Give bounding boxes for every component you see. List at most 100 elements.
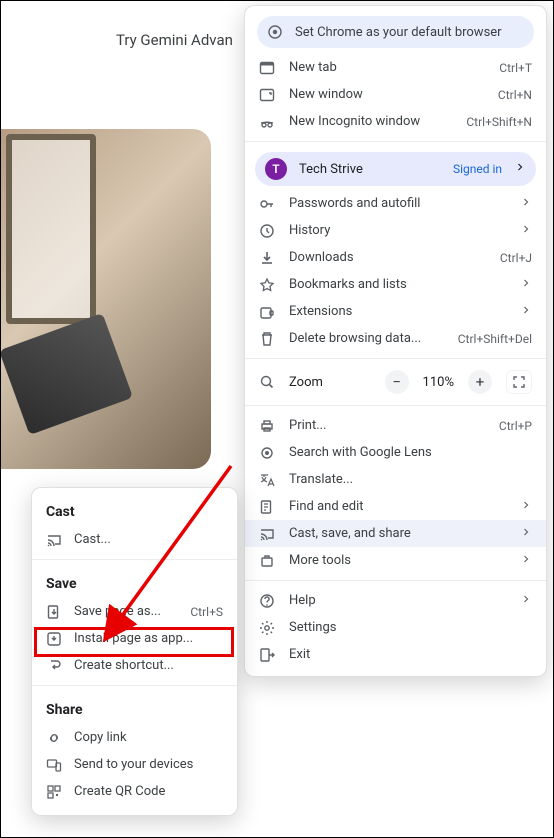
submenu-label: Copy link	[74, 730, 223, 745]
menu-divider	[245, 358, 546, 359]
menu-passwords[interactable]: Passwords and autofill	[245, 190, 546, 217]
cast-icon	[259, 526, 275, 542]
menu-divider	[245, 141, 546, 142]
install-icon	[46, 631, 62, 647]
trash-icon	[259, 331, 275, 347]
promo-text: Try Gemini Advan	[116, 31, 233, 49]
gear-icon	[259, 620, 275, 636]
menu-extensions[interactable]: Extensions	[245, 298, 546, 325]
submenu-divider	[32, 559, 237, 560]
submenu-save-page[interactable]: Save page as... Ctrl+S	[32, 598, 237, 625]
menu-label: More tools	[289, 553, 506, 568]
star-icon	[259, 277, 275, 293]
menu-label: Downloads	[289, 250, 486, 265]
zoom-label: Zoom	[289, 375, 323, 390]
fullscreen-icon	[511, 374, 527, 390]
menu-cast-save-share[interactable]: Cast, save, and share	[245, 520, 546, 547]
history-icon	[259, 223, 275, 239]
submenu-label: Cast...	[74, 532, 223, 547]
menu-settings[interactable]: Settings	[245, 614, 546, 641]
menu-label: Exit	[289, 647, 532, 662]
menu-print[interactable]: Print... Ctrl+P	[245, 412, 546, 439]
chevron-right-icon	[520, 499, 532, 514]
submenu-copy-link[interactable]: Copy link	[32, 724, 237, 751]
menu-downloads[interactable]: Downloads Ctrl+J	[245, 244, 546, 271]
menu-exit[interactable]: Exit	[245, 641, 546, 668]
zoom-icon	[259, 374, 275, 390]
menu-shortcut: Ctrl+P	[499, 419, 532, 433]
menu-label: New Incognito window	[289, 114, 452, 129]
exit-icon	[259, 647, 275, 663]
menu-lens[interactable]: Search with Google Lens	[245, 439, 546, 466]
save-icon	[46, 604, 62, 620]
chevron-right-icon	[520, 304, 532, 319]
account-pill[interactable]: T Tech Strive Signed in	[255, 152, 536, 186]
cast-save-share-submenu: Cast Cast... Save Save page as... Ctrl+S…	[31, 487, 238, 816]
submenu-label: Send to your devices	[74, 757, 223, 772]
menu-translate[interactable]: Translate...	[245, 466, 546, 493]
menu-label: New window	[289, 87, 484, 102]
link-icon	[46, 730, 62, 746]
zoom-value: 110%	[423, 375, 454, 390]
chevron-right-icon	[520, 196, 532, 211]
menu-new-window[interactable]: New window Ctrl+N	[245, 81, 546, 108]
menu-find[interactable]: Find and edit	[245, 493, 546, 520]
zoom-in-button[interactable]: +	[468, 370, 492, 394]
menu-label: Find and edit	[289, 499, 506, 514]
menu-label: Delete browsing data...	[289, 331, 444, 346]
menu-incognito[interactable]: New Incognito window Ctrl+Shift+N	[245, 108, 546, 135]
new-window-icon	[259, 87, 275, 103]
menu-shortcut: Ctrl+N	[498, 88, 532, 102]
menu-more-tools[interactable]: More tools	[245, 547, 546, 574]
submenu-label: Create shortcut...	[74, 658, 223, 673]
translate-icon	[259, 472, 275, 488]
submenu-header-cast: Cast	[32, 494, 237, 526]
menu-label: Bookmarks and lists	[289, 277, 506, 292]
menu-help[interactable]: Help	[245, 587, 546, 614]
menu-label: Print...	[289, 418, 485, 433]
chevron-right-icon	[520, 277, 532, 292]
submenu-create-shortcut[interactable]: Create shortcut...	[32, 652, 237, 679]
submenu-label: Create QR Code	[74, 784, 223, 799]
menu-bookmarks[interactable]: Bookmarks and lists	[245, 271, 546, 298]
fullscreen-button[interactable]	[506, 370, 532, 394]
menu-label: New tab	[289, 60, 485, 75]
default-browser-banner[interactable]: Set Chrome as your default browser	[257, 16, 534, 48]
find-icon	[259, 499, 275, 515]
submenu-header-share: Share	[32, 692, 237, 724]
qr-icon	[46, 784, 62, 800]
submenu-shortcut: Ctrl+S	[190, 605, 223, 619]
submenu-install-app[interactable]: Install page as app...	[32, 625, 237, 652]
print-icon	[259, 418, 275, 434]
submenu-label: Install page as app...	[74, 631, 223, 646]
cast-icon	[46, 532, 62, 548]
chevron-right-icon	[520, 593, 532, 608]
menu-clear-data[interactable]: Delete browsing data... Ctrl+Shift+Del	[245, 325, 546, 352]
submenu-qr-code[interactable]: Create QR Code	[32, 778, 237, 805]
menu-label: Translate...	[289, 472, 532, 487]
menu-history[interactable]: History	[245, 217, 546, 244]
submenu-send-devices[interactable]: Send to your devices	[32, 751, 237, 778]
menu-label: Settings	[289, 620, 532, 635]
submenu-cast[interactable]: Cast...	[32, 526, 237, 553]
shortcut-icon	[46, 658, 62, 674]
menu-new-tab[interactable]: New tab Ctrl+T	[245, 54, 546, 81]
menu-label: Extensions	[289, 304, 506, 319]
chevron-right-icon	[520, 526, 532, 541]
menu-label: Search with Google Lens	[289, 445, 532, 460]
chevron-right-icon	[520, 223, 532, 238]
zoom-out-button[interactable]: −	[385, 370, 409, 394]
chrome-main-menu: Set Chrome as your default browser New t…	[244, 5, 547, 677]
submenu-label: Save page as...	[74, 604, 178, 619]
help-icon	[259, 593, 275, 609]
target-icon	[267, 24, 283, 40]
chevron-right-icon	[520, 553, 532, 568]
devices-icon	[46, 757, 62, 773]
banner-label: Set Chrome as your default browser	[295, 25, 502, 40]
menu-shortcut: Ctrl+T	[499, 61, 532, 75]
menu-divider	[245, 405, 546, 406]
submenu-header-save: Save	[32, 566, 237, 598]
menu-shortcut: Ctrl+Shift+Del	[458, 332, 532, 346]
menu-label: Passwords and autofill	[289, 196, 506, 211]
incognito-icon	[259, 114, 275, 130]
